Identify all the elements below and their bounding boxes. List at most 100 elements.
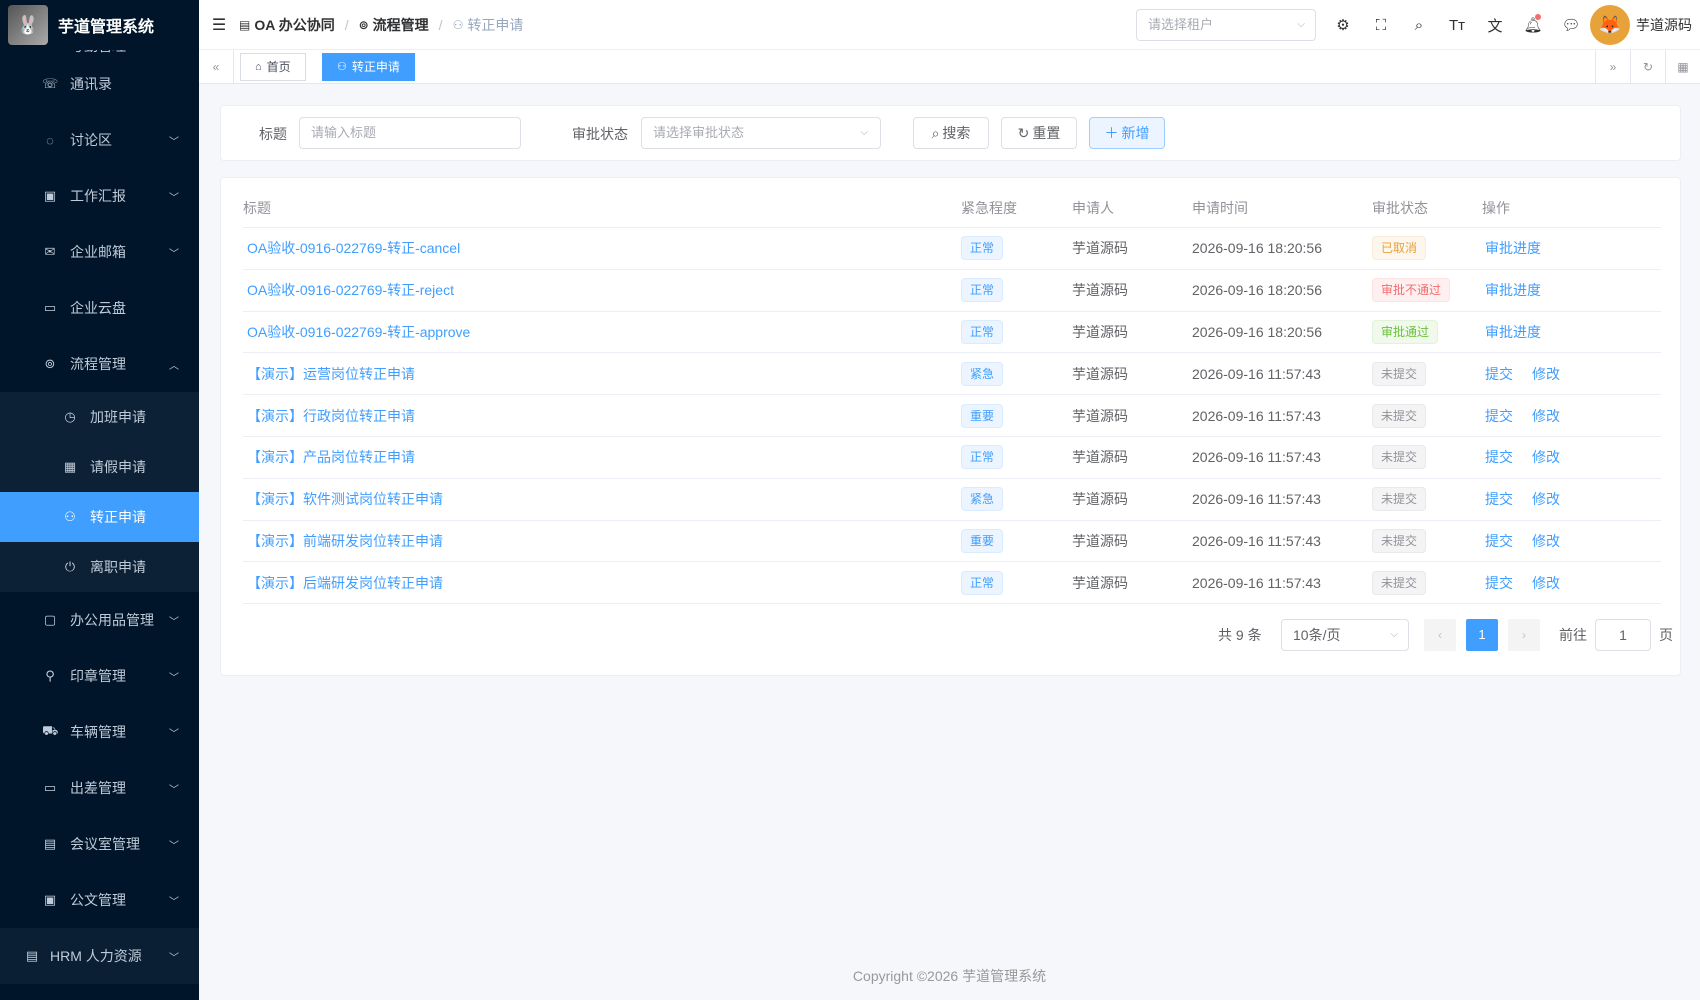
sidebar-item[interactable]: ⏻ 离职申请	[0, 542, 199, 592]
sidebar-item[interactable]: ▢ 办公用品管理 ﹀	[0, 592, 199, 648]
actions-cell: 审批进度	[1482, 238, 1661, 258]
sidebar: ▭ 考勤管理 ☏通讯录◌讨论区﹀▣工作汇报﹀✉企业邮箱﹀▭企业云盘⊚流程管理︿◷…	[0, 0, 199, 1000]
fullscreen-icon[interactable]: ⛶	[1362, 17, 1400, 34]
page-number-current[interactable]: 1	[1466, 619, 1498, 651]
action-link[interactable]: 提交	[1482, 533, 1513, 549]
sidebar-item[interactable]: ▤ HRM 人力资源 ﹀	[0, 928, 199, 984]
settings-icon[interactable]: ⚙	[1324, 16, 1362, 34]
chevron-down-icon: ﹀	[169, 248, 179, 260]
title-input[interactable]: 请输入标题	[299, 117, 521, 149]
sidebar-item[interactable]: ▭ 出差管理 ﹀	[0, 760, 199, 816]
timer-icon: ◷	[64, 409, 76, 424]
user-icon: ⚇	[337, 61, 347, 73]
page-size-select[interactable]: 10条/页 ⌵	[1281, 619, 1409, 651]
avatar[interactable]: 🦊	[1590, 5, 1630, 45]
tab-current[interactable]: ⚇ 转正申请	[322, 53, 415, 81]
sidebar-item[interactable]: ⚇ 转正申请	[0, 492, 199, 542]
row-title-link[interactable]: OA验收-0916-022769-转正-approve	[247, 324, 470, 340]
search-button[interactable]: ⌕ 搜索	[913, 117, 989, 149]
action-link[interactable]: 提交	[1482, 491, 1513, 507]
action-link[interactable]: 提交	[1482, 408, 1513, 424]
row-title-link[interactable]: 【演示】产品岗位转正申请	[247, 449, 415, 465]
row-title-link[interactable]: 【演示】软件测试岗位转正申请	[247, 491, 443, 507]
stamp-icon: ⚲	[45, 668, 55, 683]
action-link[interactable]: 提交	[1482, 575, 1513, 591]
briefcase-icon: ▭	[43, 780, 57, 795]
refresh-icon[interactable]: ↻	[1630, 50, 1665, 84]
action-link[interactable]: 修改	[1529, 449, 1560, 465]
column-header-title: 标题	[243, 199, 271, 216]
applicant-cell: 芋道源码	[1072, 491, 1128, 508]
report-icon: ▣	[43, 188, 57, 203]
status-badge: 未提交	[1372, 445, 1427, 470]
double-chevron-left-icon[interactable]: «	[199, 50, 234, 84]
action-link[interactable]: 审批进度	[1482, 240, 1541, 256]
actions-cell: 提交 修改	[1482, 489, 1661, 509]
user-menu[interactable]: 🦊 芋道源码	[1590, 5, 1692, 45]
sidebar-item[interactable]: ▤ 会议室管理 ﹀	[0, 816, 199, 872]
double-chevron-right-icon[interactable]: »	[1595, 50, 1630, 84]
grid-menu-icon[interactable]: ▦	[1665, 50, 1700, 84]
time-cell: 2026-09-16 11:57:43	[1192, 365, 1321, 382]
row-title-link[interactable]: 【演示】后端研发岗位转正申请	[247, 575, 443, 591]
breadcrumb-item-oa[interactable]: ▤ OA 办公协同	[239, 15, 335, 35]
sidebar-item[interactable]: ▣ 工作汇报 ﹀	[0, 168, 199, 224]
action-link[interactable]: 审批进度	[1482, 282, 1541, 298]
sidebar-item[interactable]: ◌ 讨论区 ﹀	[0, 112, 199, 168]
reset-button[interactable]: ↻ 重置	[1001, 117, 1077, 149]
sidebar-item[interactable]: ▭ 企业云盘	[0, 280, 199, 336]
translate-icon[interactable]: 文	[1476, 15, 1514, 36]
row-title-link[interactable]: 【演示】运营岗位转正申请	[247, 366, 415, 382]
app-logo[interactable]: 🐰 芋道管理系统	[0, 0, 199, 50]
column-header-time: 申请时间	[1192, 199, 1248, 216]
prev-page-button[interactable]: ‹	[1424, 619, 1456, 651]
sidebar-item[interactable]: ✉ 企业邮箱 ﹀	[0, 224, 199, 280]
plus-icon: ＋	[1104, 125, 1119, 141]
action-link[interactable]: 修改	[1529, 575, 1560, 591]
urgency-tag: 正常	[961, 236, 1004, 261]
actions-cell: 提交 修改	[1482, 573, 1661, 593]
sidebar-item[interactable]: ▦ 请假申请	[0, 442, 199, 492]
table-header: 标题 紧急程度 申请人 申请时间 审批状态 操作	[243, 188, 1661, 228]
action-link[interactable]: 修改	[1529, 491, 1560, 507]
status-badge: 已取消	[1372, 236, 1427, 261]
time-cell: 2026-09-16 18:20:56	[1192, 323, 1322, 340]
sidebar-item[interactable]: ⚲ 印章管理 ﹀	[0, 648, 199, 704]
urgency-tag: 重要	[961, 403, 1004, 428]
bell-icon[interactable]: 🔔︎	[1514, 14, 1552, 34]
search-icon[interactable]: ⌕	[1400, 17, 1438, 34]
jump-page-input[interactable]: 1	[1595, 619, 1651, 651]
hamburger-icon[interactable]: ☰	[199, 15, 239, 35]
action-link[interactable]: 审批进度	[1482, 324, 1541, 340]
sidebar-item[interactable]: ☏ 通讯录	[0, 56, 199, 112]
sidebar-item[interactable]: ▣ 公文管理 ﹀	[0, 872, 199, 928]
applicant-cell: 芋道源码	[1072, 323, 1128, 340]
next-page-button[interactable]: ›	[1508, 619, 1540, 651]
row-title-link[interactable]: OA验收-0916-022769-转正-cancel	[247, 240, 460, 256]
action-link[interactable]: 修改	[1529, 408, 1560, 424]
action-link[interactable]: 修改	[1529, 533, 1560, 549]
actions-cell: 审批进度	[1482, 322, 1661, 342]
rabbit-logo-icon: 🐰	[8, 5, 48, 45]
action-link[interactable]: 提交	[1482, 449, 1513, 465]
applicant-cell: 芋道源码	[1072, 407, 1128, 424]
font-size-icon[interactable]: Tт	[1438, 17, 1476, 34]
tab-home[interactable]: ⌂ 首页	[240, 53, 306, 81]
message-icon[interactable]: 💬︎	[1552, 16, 1590, 34]
breadcrumb-item-flow[interactable]: ⊚ 流程管理	[359, 15, 429, 35]
header-toolbar: ⚙ ⛶ ⌕ Tт 文 🔔︎ 💬︎	[1324, 0, 1590, 50]
sidebar-item[interactable]: ⛟ 车辆管理 ﹀	[0, 704, 199, 760]
row-title-link[interactable]: 【演示】行政岗位转正申请	[247, 408, 415, 424]
sidebar-item[interactable]: ⊚ 流程管理 ︿	[0, 336, 199, 392]
action-link[interactable]: 提交	[1482, 366, 1513, 382]
action-link[interactable]: 修改	[1529, 366, 1560, 382]
box-icon: ▢	[43, 612, 57, 627]
sidebar-item[interactable]: ◷ 加班申请	[0, 392, 199, 442]
status-select[interactable]: 请选择审批状态 ⌵	[641, 117, 881, 149]
tenant-select[interactable]: 请选择租户 ⌵	[1136, 9, 1316, 41]
row-title-link[interactable]: OA验收-0916-022769-转正-reject	[247, 282, 454, 298]
row-title-link[interactable]: 【演示】前端研发岗位转正申请	[247, 533, 443, 549]
add-button[interactable]: ＋新增	[1089, 117, 1165, 149]
table-body: OA验收-0916-022769-转正-cancel 正常芋道源码 2026-09-…	[243, 228, 1661, 605]
pagination-total: 共 9 条	[1218, 627, 1262, 643]
